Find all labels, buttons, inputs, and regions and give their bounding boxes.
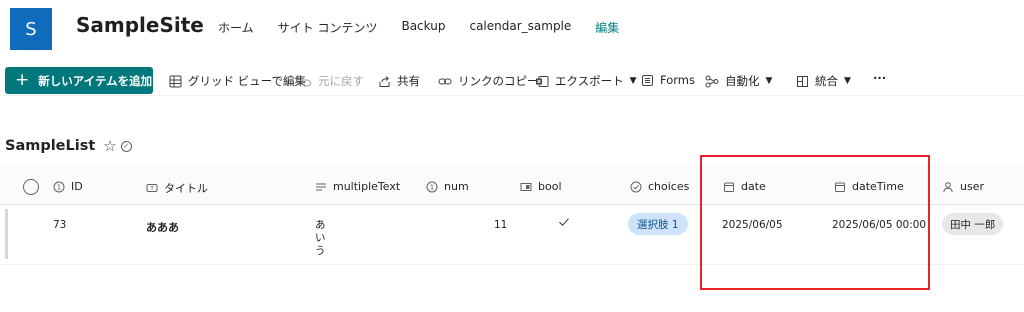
- column-header-choices[interactable]: choices: [630, 180, 689, 193]
- column-label: ID: [71, 180, 83, 193]
- column-header-num[interactable]: 1 num: [426, 180, 469, 193]
- bool-icon: [520, 181, 532, 193]
- integrate-icon: [795, 74, 809, 88]
- new-item-button[interactable]: + 新しいアイテムを追加: [5, 67, 153, 94]
- automate-button[interactable]: 自動化 ▼: [705, 73, 772, 89]
- nav-item-calendar-sample[interactable]: calendar_sample: [469, 19, 571, 36]
- flow-icon: [705, 74, 719, 88]
- nav-item-backup[interactable]: Backup: [401, 19, 445, 36]
- share-button[interactable]: 共有: [377, 73, 420, 89]
- grid-icon: [168, 74, 182, 88]
- share-label: 共有: [397, 74, 420, 88]
- choice-pill: 選択肢 1: [628, 213, 688, 235]
- export-button[interactable]: エクスポート ▼: [535, 73, 637, 89]
- number-icon: 1: [426, 181, 438, 193]
- column-label: multipleText: [333, 180, 401, 193]
- user-pill[interactable]: 田中 一郎: [942, 213, 1004, 235]
- list-title-row: SampleList ☆ ✓: [5, 137, 132, 155]
- integrate-label: 統合: [815, 74, 838, 88]
- star-icon[interactable]: ☆: [103, 137, 116, 155]
- site-header: S SampleSite ホーム サイト コンテンツ Backup calend…: [0, 0, 1024, 58]
- copy-link-label: リンクのコピー: [458, 74, 539, 88]
- undo-button[interactable]: 元に戻す: [298, 73, 364, 89]
- chevron-down-icon: ▼: [844, 76, 851, 86]
- more-button[interactable]: ···: [873, 71, 886, 85]
- excel-icon: [535, 74, 549, 88]
- row-selection-bar: [5, 209, 8, 259]
- nav-item-home[interactable]: ホーム: [218, 19, 254, 36]
- integrate-button[interactable]: 統合 ▼: [795, 73, 851, 89]
- plus-icon: +: [15, 70, 30, 90]
- cell-num: 11: [494, 219, 508, 231]
- cell-id: 73: [53, 219, 67, 231]
- forms-icon: [640, 73, 654, 87]
- site-title[interactable]: SampleSite: [76, 13, 204, 37]
- nav-item-edit[interactable]: 編集: [595, 19, 619, 36]
- column-header-title[interactable]: T タイトル: [146, 180, 208, 196]
- highlight-annotation-box: [700, 155, 930, 290]
- column-label: user: [960, 180, 984, 193]
- person-icon: [942, 181, 954, 193]
- svg-text:1: 1: [430, 183, 434, 191]
- svg-text:T: T: [149, 186, 154, 192]
- column-label: choices: [648, 180, 690, 193]
- forms-button[interactable]: Forms: [640, 73, 695, 87]
- undo-icon: [298, 74, 312, 88]
- more-icon: ···: [873, 71, 887, 85]
- column-label: bool: [538, 180, 562, 193]
- grid-view-button[interactable]: グリッド ビューで編集: [168, 73, 306, 89]
- automate-label: 自動化: [725, 74, 760, 88]
- chevron-down-icon: ▼: [629, 76, 637, 86]
- column-label: num: [444, 180, 469, 193]
- text-icon: T: [146, 182, 158, 194]
- export-label: エクスポート: [555, 74, 624, 88]
- site-nav: ホーム サイト コンテンツ Backup calendar_sample 編集: [218, 19, 643, 36]
- command-bar: + 新しいアイテムを追加 グリッド ビューで編集 元に戻す 共有 リンクのコピー…: [0, 66, 1024, 96]
- check-circle-icon[interactable]: ✓: [120, 140, 132, 152]
- choice-icon: [630, 181, 642, 193]
- list-title: SampleList: [5, 138, 96, 154]
- site-logo[interactable]: S: [10, 8, 52, 50]
- nav-item-site-contents[interactable]: サイト コンテンツ: [278, 19, 378, 36]
- cell-multipletext: あ い う: [315, 219, 326, 257]
- copy-link-button[interactable]: リンクのコピー: [438, 73, 539, 89]
- number-icon: 1: [53, 181, 65, 193]
- share-icon: [377, 74, 391, 88]
- svg-text:1: 1: [57, 183, 61, 191]
- column-header-user[interactable]: user: [942, 180, 984, 193]
- checkmark-icon: [559, 218, 569, 226]
- column-header-id[interactable]: 1 ID: [53, 180, 83, 193]
- column-label: タイトル: [164, 182, 208, 195]
- forms-label: Forms: [660, 73, 695, 87]
- grid-view-label: グリッド ビューで編集: [188, 74, 306, 88]
- chevron-down-icon: ▼: [765, 76, 773, 86]
- new-item-label: 新しいアイテムを追加: [38, 73, 153, 88]
- column-header-multipletext[interactable]: multipleText: [315, 180, 400, 193]
- link-icon: [438, 74, 452, 88]
- cell-title[interactable]: あああ: [146, 219, 179, 235]
- lines-icon: [315, 181, 327, 193]
- undo-label: 元に戻す: [318, 74, 364, 88]
- select-all-radio[interactable]: [23, 179, 39, 195]
- column-header-bool[interactable]: bool: [520, 180, 562, 193]
